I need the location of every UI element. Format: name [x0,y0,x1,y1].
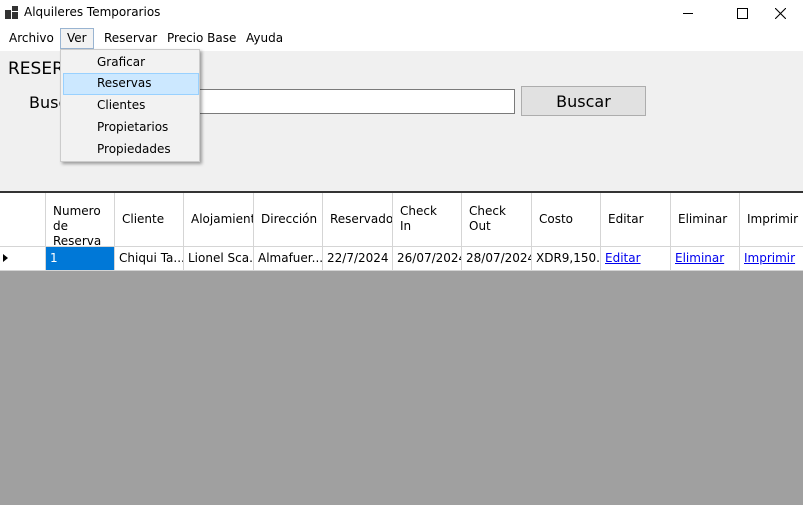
cell-cliente[interactable]: Chiqui Ta... [115,247,184,270]
column-header-direccion[interactable]: Dirección [254,193,323,246]
menu-item-graficar[interactable]: Graficar [63,52,199,74]
cell-check-out[interactable]: 28/07/2024 [462,247,532,270]
window-title: Alquileres Temporarios [24,5,161,19]
close-icon [774,7,786,19]
cell-alojamiento[interactable]: Lionel Sca... [184,247,254,270]
maximize-icon [736,7,748,19]
cell-direccion[interactable]: Almafuer... [254,247,323,270]
editar-link[interactable]: Editar [605,251,641,265]
menu-precio-base[interactable]: Precio Base [161,28,242,49]
ver-dropdown-menu: Graficar Reservas Clientes Propietarios … [60,49,200,162]
app-icon [5,6,18,19]
minimize-icon [683,13,693,14]
column-header-eliminar[interactable]: Eliminar [671,193,740,246]
row-header-corner [0,193,46,246]
close-button[interactable] [757,0,803,26]
cell-imprimir: Imprimir [740,247,803,270]
cell-eliminar: Eliminar [671,247,740,270]
menu-ver[interactable]: Ver [60,28,94,49]
column-header-editar[interactable]: Editar [601,193,671,246]
cell-editar: Editar [601,247,671,270]
menu-archivo[interactable]: Archivo [3,28,60,49]
cell-reservado[interactable]: 22/7/2024 [323,247,393,270]
eliminar-link[interactable]: Eliminar [675,251,724,265]
search-button[interactable]: Buscar [521,86,646,116]
menu-bar: Archivo Ver Reservar Precio Base Ayuda [0,26,803,51]
minimize-button[interactable] [665,0,711,26]
column-header-imprimir[interactable]: Imprimir [740,193,803,246]
table-row[interactable]: 1 Chiqui Ta... Lionel Sca... Almafuer...… [0,246,803,271]
page-title: RESER [8,59,64,79]
column-header-alojamiento[interactable]: Alojamiento [184,193,254,246]
menu-reservar[interactable]: Reservar [98,28,163,49]
grid-header: Numero de Reserva Cliente Alojamiento Di… [0,193,803,246]
imprimir-link[interactable]: Imprimir [744,251,795,265]
search-input[interactable] [186,89,515,114]
cell-costo[interactable]: XDR9,150.... [532,247,601,270]
column-header-numero[interactable]: Numero de Reserva [46,193,115,246]
column-header-reservado[interactable]: Reservado [323,193,393,246]
cell-check-in[interactable]: 26/07/2024 [393,247,462,270]
cell-numero[interactable]: 1 [46,247,115,270]
menu-ayuda[interactable]: Ayuda [240,28,289,49]
row-selector[interactable] [0,247,46,270]
menu-item-propietarios[interactable]: Propietarios [63,117,199,139]
column-header-check-out[interactable]: Check Out [462,193,532,246]
column-header-cliente[interactable]: Cliente [115,193,184,246]
menu-item-reservas[interactable]: Reservas [63,73,199,95]
reservations-grid: Numero de Reserva Cliente Alojamiento Di… [0,191,803,505]
current-row-arrow-icon [3,254,8,262]
menu-item-clientes[interactable]: Clientes [63,95,199,117]
menu-item-propiedades[interactable]: Propiedades [63,139,199,161]
title-bar: Alquileres Temporarios [0,0,803,26]
column-header-check-in[interactable]: Check In [393,193,462,246]
column-header-costo[interactable]: Costo [532,193,601,246]
